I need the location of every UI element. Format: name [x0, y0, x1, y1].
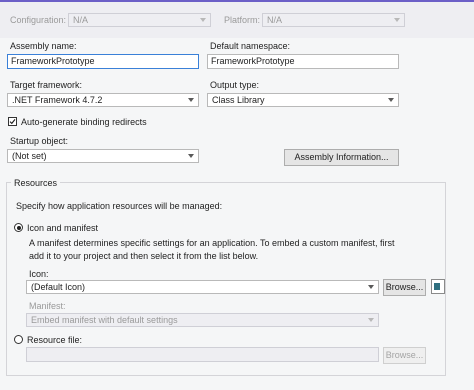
window-accent-line	[0, 0, 474, 2]
manifest-dropdown[interactable]: Embed manifest with default settings	[26, 313, 379, 327]
icon-label: Icon:	[29, 269, 49, 279]
resources-description: Specify how application resources will b…	[16, 201, 223, 211]
icon-dropdown[interactable]: (Default Icon)	[26, 280, 379, 294]
resource-file-label: Resource file:	[27, 335, 83, 345]
icon-browse-button[interactable]: Browse...	[383, 279, 426, 296]
startup-object-dropdown[interactable]: (Not set)	[7, 149, 199, 163]
assembly-name-label: Assembly name:	[10, 41, 77, 51]
manifest-help-text-line1: A manifest determines specific settings …	[29, 238, 395, 248]
manifest-label: Manifest:	[29, 301, 66, 311]
icon-preview-box	[431, 279, 445, 294]
platform-label: Platform:	[224, 15, 261, 25]
icon-manifest-label: Icon and manifest	[27, 223, 99, 233]
radio-selected-dot	[16, 225, 21, 230]
platform-value: N/A	[267, 15, 283, 25]
startup-object-value: (Not set)	[12, 151, 47, 161]
assembly-name-input[interactable]: FrameworkPrototype	[7, 54, 199, 69]
chevron-down-icon	[394, 18, 400, 22]
configuration-label: Configuration:	[10, 15, 67, 25]
manifest-value: Embed manifest with default settings	[31, 315, 178, 325]
platform-dropdown[interactable]: N/A	[262, 13, 405, 27]
chevron-down-icon	[200, 18, 206, 22]
startup-object-label: Startup object:	[10, 136, 69, 146]
manifest-help-text-line2: add it to your project and then select i…	[29, 251, 259, 261]
target-framework-label: Target framework:	[10, 80, 83, 90]
binding-redirects-checkbox[interactable]	[8, 117, 17, 126]
binding-redirects-label: Auto-generate binding redirects	[21, 117, 147, 127]
app-icon-preview	[434, 283, 440, 290]
chevron-down-icon	[188, 98, 194, 102]
output-type-label: Output type:	[210, 80, 260, 90]
output-type-value: Class Library	[212, 95, 265, 105]
chevron-down-icon	[368, 318, 374, 322]
resource-file-radio[interactable]	[14, 335, 23, 344]
configuration-value: N/A	[73, 15, 89, 25]
assembly-information-button[interactable]: Assembly Information...	[284, 149, 399, 166]
configuration-dropdown[interactable]: N/A	[68, 13, 211, 27]
icon-manifest-radio[interactable]	[14, 223, 23, 232]
chevron-down-icon	[388, 98, 394, 102]
target-framework-value: .NET Framework 4.7.2	[12, 95, 103, 105]
output-type-dropdown[interactable]: Class Library	[207, 93, 399, 107]
chevron-down-icon	[188, 154, 194, 158]
default-namespace-input[interactable]: FrameworkPrototype	[207, 54, 399, 69]
resources-group-title: Resources	[11, 178, 61, 188]
default-namespace-label: Default namespace:	[210, 41, 291, 51]
resource-file-input[interactable]	[26, 347, 379, 362]
icon-value: (Default Icon)	[31, 282, 86, 292]
target-framework-dropdown[interactable]: .NET Framework 4.7.2	[7, 93, 199, 107]
checkmark-icon	[9, 119, 16, 125]
chevron-down-icon	[368, 285, 374, 289]
resource-file-browse-button[interactable]: Browse...	[383, 347, 426, 364]
